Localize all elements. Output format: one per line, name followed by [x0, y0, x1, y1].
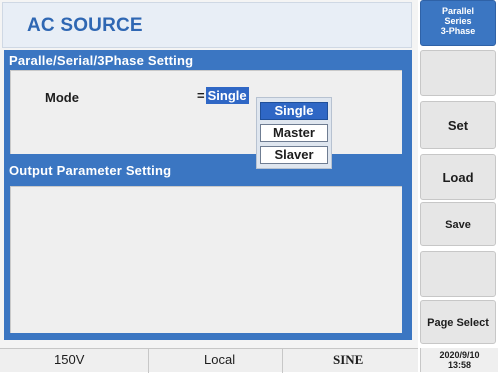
page-select-button[interactable]: Page Select [420, 300, 496, 344]
output-parameter-content [10, 186, 402, 333]
status-divider-2 [282, 349, 283, 373]
dropdown-option-slaver[interactable]: Slaver [260, 146, 328, 164]
output-parameter-panel: Output Parameter Setting [4, 160, 412, 340]
mode-label: Mode [45, 90, 79, 105]
mode-dropdown[interactable]: Single Master Slaver [256, 97, 332, 169]
parallel-serial-3phase-panel: Paralle/Serial/3Phase Setting Mode = Sing… [4, 50, 412, 162]
dropdown-option-master[interactable]: Master [260, 124, 328, 142]
time-text: 13:58 [447, 360, 472, 370]
mode-equals: = [197, 88, 205, 103]
blank-softkey-2[interactable] [420, 251, 496, 297]
three-phase-label: 3-Phase [440, 26, 476, 36]
series-label: Series [444, 16, 472, 26]
mode-value[interactable]: Single [205, 87, 249, 104]
dropdown-option-single[interactable]: Single [260, 102, 328, 120]
date-text: 2020/9/10 [439, 350, 480, 360]
output-parameter-title: Output Parameter Setting [9, 163, 172, 178]
parallel-series-3phase-button[interactable]: Parallel Series 3-Phase [420, 0, 496, 46]
control-mode-status: Local [204, 352, 236, 367]
app-title: AC SOURCE [27, 15, 143, 36]
voltage-range-status: 150V [54, 352, 85, 367]
parallel-setting-content: Mode = Single [10, 70, 402, 154]
load-button[interactable]: Load [420, 154, 496, 200]
save-button[interactable]: Save [420, 202, 496, 246]
date-time-display: 2020/9/10 13:58 [420, 348, 498, 372]
title-bar: AC SOURCE [2, 2, 412, 48]
status-bar: 150V Local SINE [0, 348, 418, 373]
status-divider-1 [148, 349, 149, 373]
mode-field[interactable]: = Single [197, 87, 249, 104]
set-button[interactable]: Set [420, 101, 496, 149]
parallel-setting-title: Paralle/Serial/3Phase Setting [9, 53, 194, 68]
blank-softkey-1[interactable] [420, 50, 496, 96]
ac-source-screen: AC SOURCE Paralle/Serial/3Phase Setting … [0, 0, 498, 373]
softkey-column: Parallel Series 3-Phase Set Load Save Pa… [418, 0, 498, 372]
waveform-status: SINE [333, 352, 364, 367]
parallel-label: Parallel [441, 6, 475, 16]
